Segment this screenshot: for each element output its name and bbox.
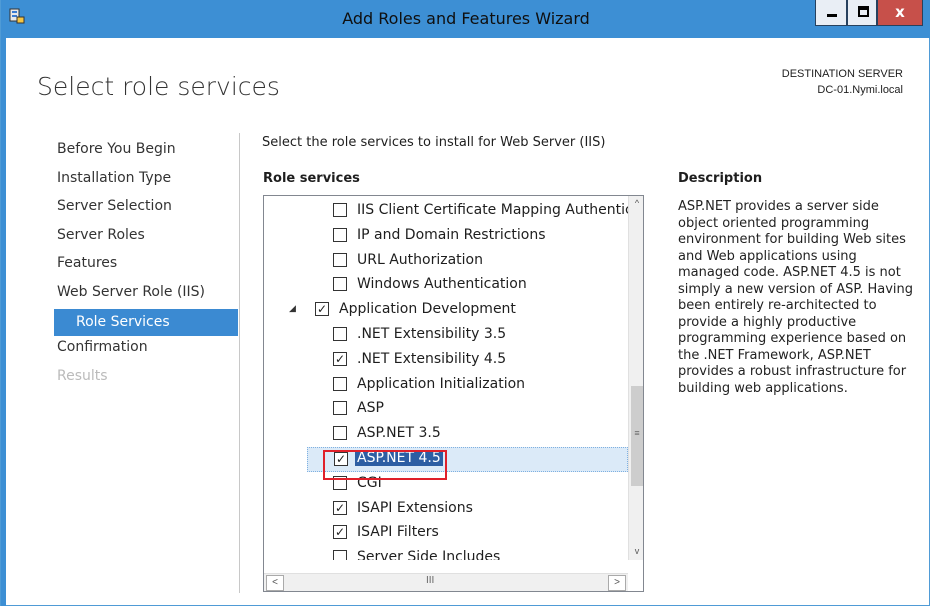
role-checkbox[interactable] <box>333 252 347 267</box>
nav-confirmation[interactable]: Confirmation <box>54 336 238 365</box>
instruction-text: Select the role services to install for … <box>262 135 606 150</box>
role-services-header: Role services <box>263 171 360 186</box>
role-services-list[interactable]: IIS Client Certificate Mapping Authentic… <box>263 195 644 592</box>
role-label: .NET Extensibility 3.5 <box>357 326 507 342</box>
role-label: .NET Extensibility 4.5 <box>357 350 507 367</box>
nav-results: Results <box>57 367 108 384</box>
role-label: URL Authorization <box>357 251 483 268</box>
role-checkbox[interactable] <box>333 426 347 441</box>
role-checkbox[interactable] <box>333 327 347 341</box>
role-row[interactable]: URL Authorization <box>264 249 628 274</box>
grip-icon: ≡ <box>634 428 640 438</box>
destination-server-name: DC-01.Nymi.local <box>817 84 903 96</box>
role-checkbox[interactable]: ✓ <box>333 500 347 515</box>
nav-divider <box>239 133 240 593</box>
scroll-thumb[interactable]: ≡ <box>631 386 643 486</box>
destination-server-label: DESTINATION SERVER <box>781 68 903 80</box>
role-label: Windows Authentication <box>357 276 527 293</box>
role-checkbox[interactable] <box>333 277 347 292</box>
role-label: IIS Client Certificate Mapping Authentic… <box>357 202 628 218</box>
role-label: ISAPI Extensions <box>357 499 473 516</box>
description-text: ASP.NET provides a server side object or… <box>678 199 914 396</box>
highlight-annotation <box>323 450 447 480</box>
minimize-icon <box>827 14 837 17</box>
horizontal-scrollbar[interactable]: < III > <box>264 573 628 591</box>
maximize-icon <box>858 6 869 17</box>
scroll-right-icon[interactable]: > <box>608 575 626 591</box>
role-checkbox[interactable]: ✓ <box>333 525 347 540</box>
role-row[interactable]: Application Initialization <box>264 373 628 398</box>
role-label: IP and Domain Restrictions <box>357 226 546 243</box>
role-row[interactable]: .NET Extensibility 3.5 <box>264 323 628 348</box>
close-button[interactable]: x <box>877 0 923 26</box>
description-header: Description <box>678 171 763 186</box>
nav-features[interactable]: Features <box>54 252 238 281</box>
nav-server-roles[interactable]: Server Roles <box>54 224 238 253</box>
role-row[interactable]: ✓ ISAPI Extensions <box>264 497 628 522</box>
role-label: ASP <box>357 400 384 417</box>
nav-installation-type[interactable]: Installation Type <box>54 167 238 196</box>
expand-arrow-icon[interactable]: ◢ <box>289 304 296 314</box>
role-row[interactable]: Server Side Includes <box>264 546 628 560</box>
role-checkbox[interactable] <box>333 227 347 242</box>
role-checkbox[interactable] <box>333 203 347 217</box>
role-row[interactable]: IIS Client Certificate Mapping Authentic… <box>264 199 628 224</box>
nav-server-selection[interactable]: Server Selection <box>54 195 238 224</box>
scroll-left-icon[interactable]: < <box>266 575 284 591</box>
role-row[interactable]: ASP.NET 3.5 <box>264 422 628 447</box>
horizontal-grip-icon: III <box>426 575 435 586</box>
role-label: ISAPI Filters <box>357 524 439 541</box>
vertical-scrollbar[interactable]: ^ ≡ v <box>628 196 643 560</box>
role-checkbox[interactable] <box>333 376 347 391</box>
role-label: Application Initialization <box>357 375 526 392</box>
role-label: Application Development <box>339 301 516 318</box>
maximize-button[interactable] <box>847 0 877 26</box>
wizard-window: Add Roles and Features Wizard x Select r… <box>0 0 930 606</box>
role-row[interactable]: Windows Authentication <box>264 273 628 298</box>
role-row[interactable]: IP and Domain Restrictions <box>264 224 628 249</box>
role-checkbox[interactable] <box>333 401 347 416</box>
role-checkbox[interactable]: ✓ <box>315 302 329 317</box>
scroll-down-icon[interactable]: v <box>629 546 643 556</box>
page-title: Select role services <box>37 72 280 101</box>
role-row[interactable]: ◢ ✓ Application Development <box>264 298 628 323</box>
nav-role-services[interactable]: Role Services <box>54 309 238 336</box>
role-checkbox[interactable] <box>333 550 347 560</box>
window-left-border <box>1 0 6 606</box>
window-title: Add Roles and Features Wizard <box>342 9 590 28</box>
minimize-button[interactable] <box>815 0 847 26</box>
scroll-up-icon[interactable]: ^ <box>629 198 643 208</box>
role-row[interactable]: ASP <box>264 397 628 422</box>
role-label: Server Side Includes <box>357 549 501 560</box>
wizard-nav: Before You Begin Installation Type Serve… <box>54 138 238 393</box>
title-bar[interactable]: Add Roles and Features Wizard x <box>1 0 930 38</box>
role-row[interactable]: ✓ .NET Extensibility 4.5 <box>264 348 628 373</box>
close-icon: x <box>895 3 905 21</box>
role-row[interactable]: ✓ ISAPI Filters <box>264 521 628 546</box>
role-label: ASP.NET 3.5 <box>357 425 441 442</box>
nav-web-server-role[interactable]: Web Server Role (IIS) <box>54 281 238 310</box>
role-services-rows: IIS Client Certificate Mapping Authentic… <box>264 196 628 560</box>
nav-before-you-begin[interactable]: Before You Begin <box>54 138 238 167</box>
role-checkbox[interactable]: ✓ <box>333 351 347 366</box>
